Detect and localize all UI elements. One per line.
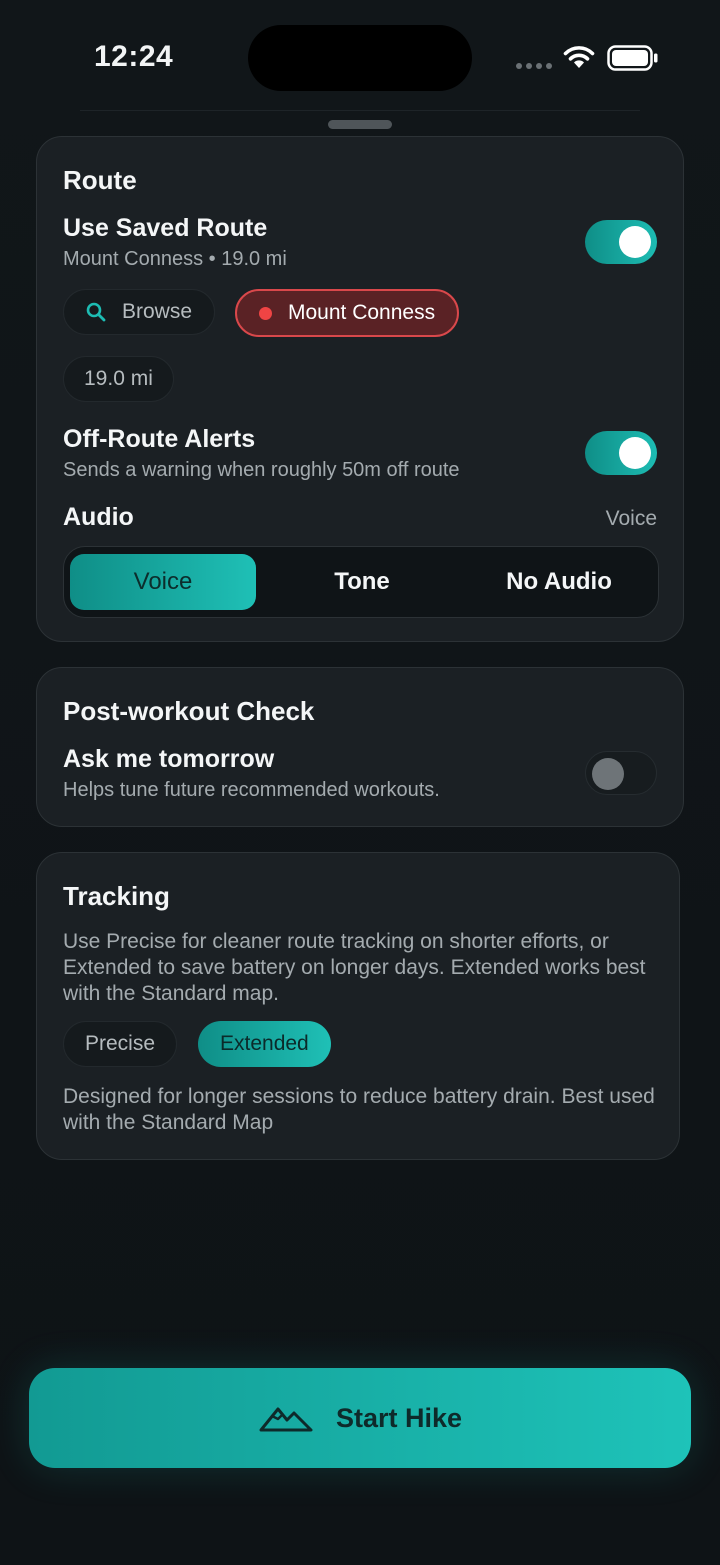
status-bar: 12:24 <box>0 0 720 110</box>
tracking-title: Tracking <box>63 881 170 911</box>
status-time: 12:24 <box>94 40 174 73</box>
off-route-alerts-label: Off-Route Alerts <box>63 425 256 453</box>
toggle-knob <box>619 226 651 258</box>
battery-icon <box>607 45 658 71</box>
dynamic-island <box>248 25 472 91</box>
tracking-card: Tracking Use Precise for cleaner route t… <box>36 852 680 1160</box>
ask-tomorrow-subtitle: Helps tune future recommended workouts. <box>63 779 440 801</box>
off-route-alerts-toggle[interactable] <box>585 431 657 475</box>
tracking-option-extended[interactable]: Extended <box>198 1021 331 1067</box>
route-distance-chip: 19.0 mi <box>63 356 174 402</box>
tracking-description: Use Precise for cleaner route tracking o… <box>63 930 646 1005</box>
toggle-knob <box>592 758 624 790</box>
audio-option-no-audio[interactable]: No Audio <box>466 554 652 610</box>
use-saved-route-subtitle: Mount Conness • 19.0 mi <box>63 248 287 270</box>
ask-tomorrow-label: Ask me tomorrow <box>63 745 275 773</box>
ask-tomorrow-toggle[interactable] <box>585 751 657 795</box>
tracking-option-precise[interactable]: Precise <box>63 1021 178 1067</box>
search-icon <box>86 302 106 322</box>
precise-label: Precise <box>85 1032 156 1055</box>
post-workout-card: Post-workout Check Ask me tomorrow Helps… <box>36 667 684 827</box>
start-hike-label: Start Hike <box>335 1402 463 1433</box>
use-saved-route-label: Use Saved Route <box>63 214 268 242</box>
browse-routes-chip[interactable]: Browse <box>63 289 216 335</box>
header-divider <box>80 110 640 111</box>
hike-setup-screen: 12:24 Route Use Saved Route Mount Connes… <box>0 0 720 1565</box>
toggle-knob <box>619 437 651 469</box>
audio-current-value: Voice <box>605 507 657 530</box>
use-saved-route-toggle[interactable] <box>585 220 657 264</box>
start-hike-button[interactable]: Start Hike <box>29 1368 691 1468</box>
audio-label: Audio <box>63 503 134 531</box>
selected-route-chip[interactable]: Mount Conness <box>235 289 460 337</box>
audio-option-tone[interactable]: Tone <box>269 554 455 610</box>
mountain-icon <box>259 1407 313 1432</box>
route-distance-label: 19.0 mi <box>84 367 153 390</box>
wifi-icon <box>563 46 595 68</box>
off-route-alerts-subtitle: Sends a warning when roughly 50m off rou… <box>63 459 460 481</box>
post-workout-title: Post-workout Check <box>63 696 315 726</box>
audio-option-voice[interactable]: Voice <box>70 554 256 610</box>
sheet-grabber[interactable] <box>328 120 392 129</box>
audio-segmented-control: Voice Tone No Audio <box>63 546 659 618</box>
cellular-signal-icon <box>516 63 552 69</box>
tracking-selected-description: Designed for longer sessions to reduce b… <box>63 1085 655 1134</box>
route-dot-icon <box>259 306 272 320</box>
route-card: Route Use Saved Route Mount Conness • 19… <box>36 136 684 642</box>
selected-route-label: Mount Conness <box>288 301 436 324</box>
route-card-title: Route <box>63 165 137 195</box>
browse-label: Browse <box>122 300 193 323</box>
extended-label: Extended <box>220 1032 309 1055</box>
